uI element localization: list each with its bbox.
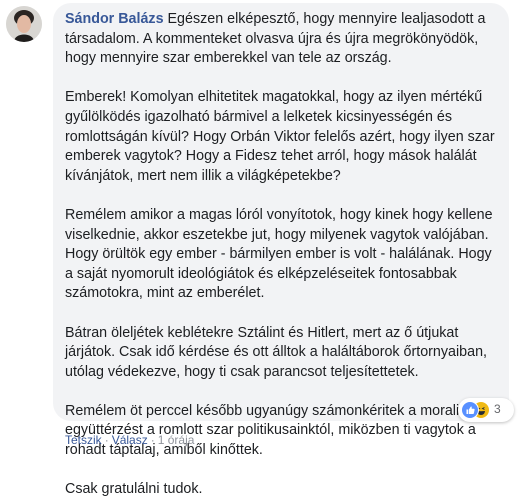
comment-actions: Tetszik · Válasz · 1 órája bbox=[65, 433, 194, 447]
reaction-count: 3 bbox=[494, 402, 501, 416]
reactions-summary[interactable]: 3 bbox=[458, 398, 514, 422]
comment-paragraph-4: Bátran öleljétek keblétekre Sztálint és … bbox=[65, 324, 487, 380]
comment-paragraph-6: Csak gratulálni tudok. bbox=[65, 481, 203, 498]
comment-paragraph-2: Emberek! Komolyan elhitetitek magatokkal… bbox=[65, 89, 495, 184]
like-link[interactable]: Tetszik bbox=[65, 433, 102, 447]
comment-paragraph-5: Remélem öt perccel később ugyanúgy számo… bbox=[65, 402, 502, 459]
avatar-image bbox=[6, 6, 42, 42]
comment-body: Sándor Balázs Egészen elképesztő, hogy m… bbox=[65, 10, 503, 500]
comment-paragraph-1: Sándor Balázs Egészen elképesztő, hogy m… bbox=[65, 10, 503, 69]
author-name[interactable]: Sándor Balázs bbox=[65, 11, 164, 27]
timestamp[interactable]: 1 órája bbox=[158, 433, 195, 447]
like-icon bbox=[461, 401, 479, 419]
avatar[interactable] bbox=[6, 6, 42, 42]
comment-paragraph-3: Remélem amikor a magas lóról vonyítotok,… bbox=[65, 206, 493, 302]
separator: · bbox=[104, 433, 109, 447]
reply-link[interactable]: Válasz bbox=[112, 433, 148, 447]
separator: · bbox=[150, 433, 155, 447]
